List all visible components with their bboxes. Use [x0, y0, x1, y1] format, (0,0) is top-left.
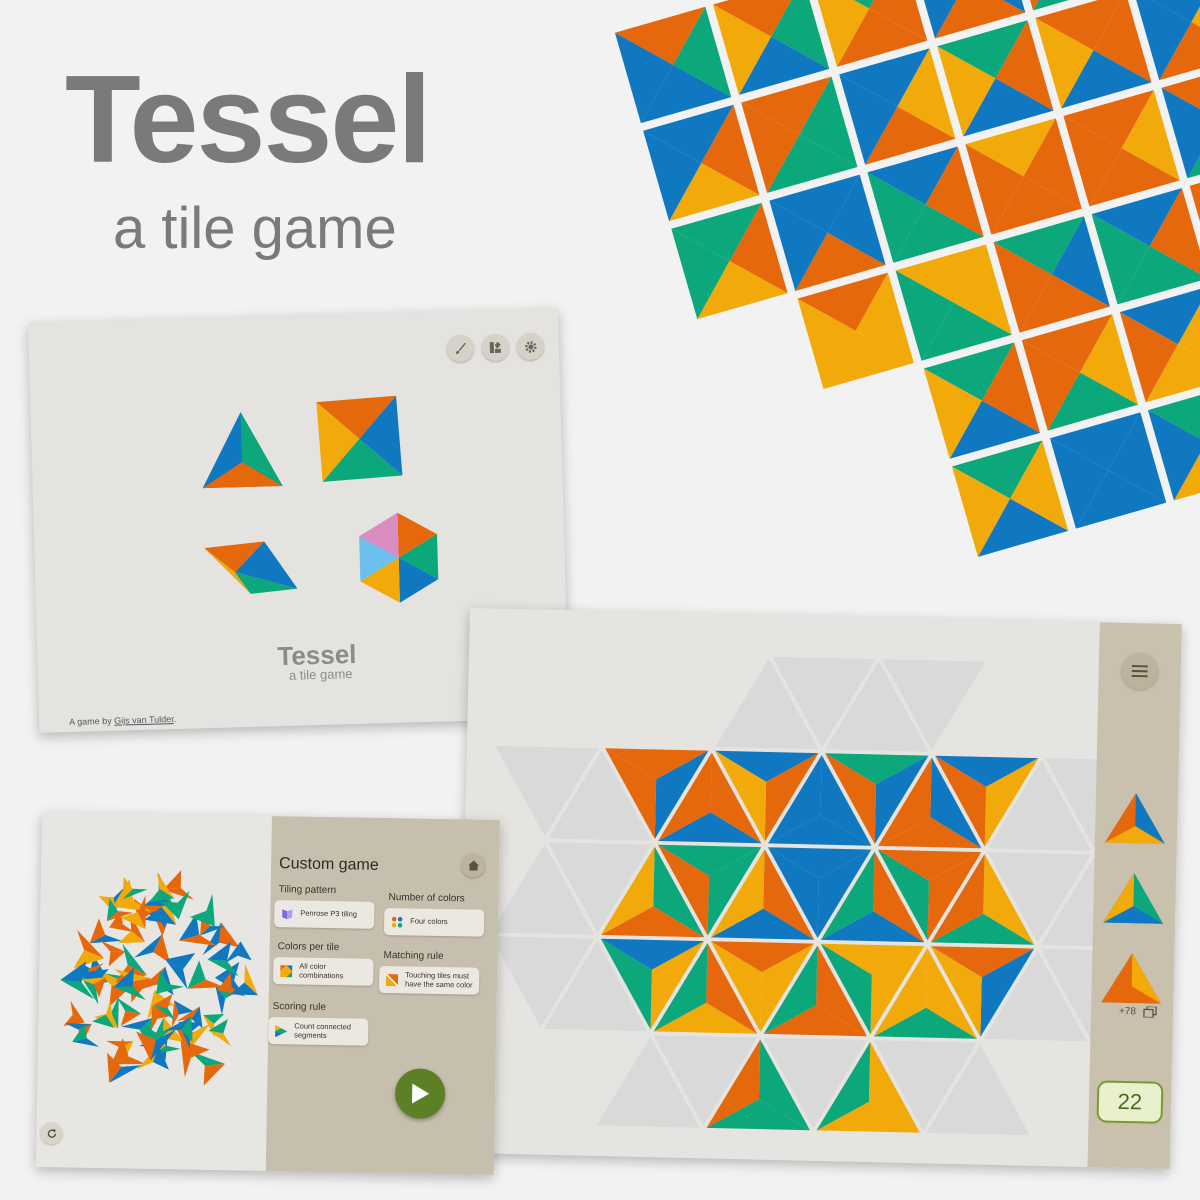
matching-icon: [386, 973, 399, 986]
preview-segment: [108, 951, 126, 967]
colors-per-tile-option[interactable]: All color combinations: [273, 957, 374, 986]
reset-icon: [47, 1128, 56, 1138]
remaining-tiles: +78: [1118, 1005, 1157, 1019]
connected-segments-icon: [275, 1024, 288, 1037]
queued-tile-3[interactable]: [1101, 952, 1162, 1004]
queued-tile-1[interactable]: [1104, 792, 1166, 844]
scoring-rule-option[interactable]: Count connected segments: [267, 1016, 369, 1046]
tile-collage: [614, 0, 1200, 557]
color-combinations-icon: [280, 964, 293, 977]
scoring-rule-label: Scoring rule: [272, 1001, 327, 1013]
banner-title: Tessel: [65, 51, 432, 189]
number-of-colors-label: Number of colors: [388, 892, 465, 905]
home-subtitle: a tile game: [288, 666, 353, 683]
game-board[interactable]: [458, 608, 1100, 1167]
custom-game-panel: Custom game Tiling pattern Penrose P3 ti…: [265, 816, 500, 1175]
custom-game-title: Custom game: [278, 855, 379, 874]
colors-per-tile-label: Colors per tile: [277, 941, 340, 954]
credit-suffix: .: [173, 714, 177, 725]
rhombus-tile-option[interactable]: [204, 541, 298, 596]
matching-rule-value-line2: have the same color: [404, 978, 473, 990]
menu-button[interactable]: [1121, 652, 1159, 690]
tile-type-previews[interactable]: [28, 308, 567, 643]
tiling-pattern-value: Penrose P3 tiling: [300, 908, 358, 919]
preview-segment: [116, 997, 141, 1014]
preview-segment: [203, 1063, 226, 1086]
home-icon: [467, 860, 479, 871]
number-of-colors-option[interactable]: Four colors: [383, 907, 485, 937]
home-button[interactable]: [460, 853, 486, 878]
score-display: 22: [1096, 1080, 1164, 1124]
queued-tile-2[interactable]: [1103, 872, 1164, 924]
number-of-colors-value: Four colors: [410, 916, 448, 927]
hamburger-icon: [1131, 665, 1148, 678]
triangle-tile-option[interactable]: [201, 411, 283, 489]
penrose-preview: [60, 870, 259, 1086]
author-link[interactable]: Gijs van Tulder: [114, 714, 174, 726]
square-tile-option[interactable]: [316, 395, 403, 482]
credit-prefix: A game by: [69, 715, 115, 728]
tiling-pattern-label: Tiling pattern: [278, 884, 337, 897]
remaining-count: +78: [1118, 1005, 1137, 1018]
colors-per-tile-value-line2: combinations: [299, 970, 344, 980]
preview-segment: [208, 1030, 232, 1047]
tile-queue[interactable]: [1091, 782, 1178, 1004]
tile-stack-icon: [1142, 1005, 1157, 1019]
play-button[interactable]: [394, 1068, 446, 1120]
banner-subtitle: a tile game: [113, 196, 397, 261]
credit-line: A game by Gijs van Tulder.: [69, 714, 176, 727]
color-dots-icon: [391, 916, 403, 928]
penrose-icon: [281, 908, 293, 920]
game-screen: +78 22: [457, 608, 1182, 1170]
game-sidebar: +78 22: [1087, 622, 1182, 1170]
scoring-rule-value-line2: segments: [294, 1029, 327, 1040]
matching-rule-option[interactable]: Touching tiles must have the same color: [378, 965, 480, 995]
matching-rule-label: Matching rule: [383, 949, 444, 963]
preview-segment: [165, 953, 196, 970]
hexagon-tile-option[interactable]: [358, 512, 439, 604]
tiling-pattern-option[interactable]: Penrose P3 tiling: [274, 900, 375, 929]
custom-game-screen: Custom game Tiling pattern Penrose P3 ti…: [35, 812, 500, 1175]
play-icon: [411, 1083, 430, 1104]
